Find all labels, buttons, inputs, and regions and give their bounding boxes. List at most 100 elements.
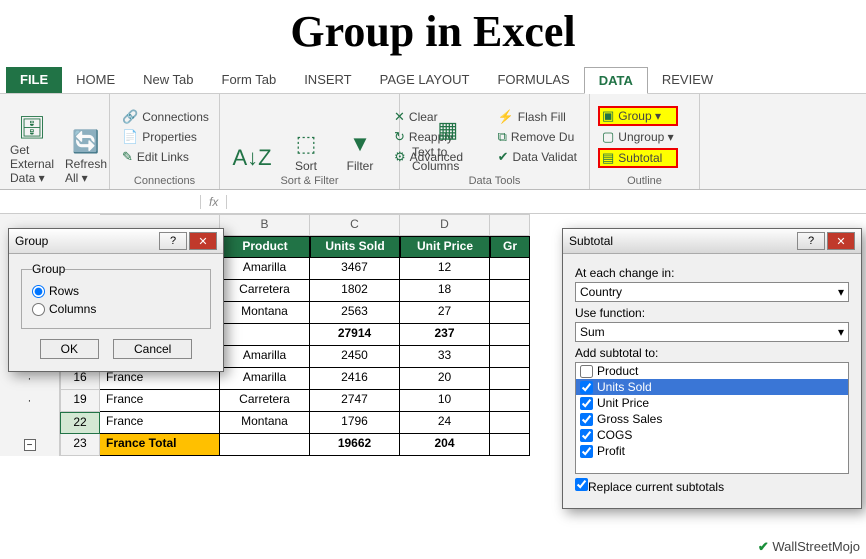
- cell[interactable]: 27914: [310, 324, 400, 346]
- list-item[interactable]: COGS: [576, 427, 848, 443]
- tab-insert[interactable]: INSERT: [290, 67, 365, 93]
- help-button[interactable]: ?: [797, 232, 825, 250]
- radio-rows[interactable]: Rows: [32, 282, 200, 300]
- header-cell: Product: [220, 236, 310, 258]
- properties-button[interactable]: 📄Properties: [118, 128, 213, 146]
- cell[interactable]: 10: [400, 390, 490, 412]
- ribbon-tabs: FILE HOME New Tab Form Tab INSERT PAGE L…: [0, 67, 866, 94]
- connections-button[interactable]: 🔗Connections: [118, 108, 213, 126]
- close-button[interactable]: ✕: [827, 232, 855, 250]
- group-legend: Group: [32, 262, 65, 276]
- subtotal-button[interactable]: ▤Subtotal: [598, 148, 678, 168]
- filter-button[interactable]: ▼Filter: [336, 98, 384, 175]
- formula-bar: fx: [0, 190, 866, 214]
- row-header[interactable]: 22: [60, 412, 100, 434]
- label-use-function: Use function:: [575, 306, 849, 320]
- change-in-select[interactable]: Country▾: [575, 282, 849, 302]
- data-validation-button[interactable]: ✔Data Validat: [494, 148, 581, 166]
- refresh-all-button[interactable]: 🔄Refresh All ▾: [62, 98, 110, 187]
- cell[interactable]: 1802: [310, 280, 400, 302]
- cell[interactable]: Carretera: [220, 390, 310, 412]
- remove-dup-button[interactable]: ⧉Remove Du: [494, 128, 581, 146]
- help-button[interactable]: ?: [159, 232, 187, 250]
- dialog-title: Group: [15, 234, 157, 248]
- tab-data[interactable]: DATA: [584, 67, 648, 94]
- get-external-data-button[interactable]: 🗄Get External Data ▾: [8, 98, 56, 187]
- cell[interactable]: 12: [400, 258, 490, 280]
- tab-file[interactable]: FILE: [6, 67, 62, 93]
- group-button[interactable]: ▣Group ▾: [598, 106, 678, 126]
- cell[interactable]: 27: [400, 302, 490, 324]
- close-button[interactable]: ✕: [189, 232, 217, 250]
- row-header[interactable]: 19: [60, 390, 100, 412]
- fx-label[interactable]: fx: [200, 195, 227, 209]
- cell[interactable]: 20: [400, 368, 490, 390]
- cancel-button[interactable]: Cancel: [113, 339, 192, 359]
- cell[interactable]: 204: [400, 434, 490, 456]
- tab-home[interactable]: HOME: [62, 67, 129, 93]
- col-header[interactable]: D: [400, 214, 490, 236]
- ok-button[interactable]: OK: [40, 339, 99, 359]
- list-item[interactable]: Units Sold: [576, 379, 848, 395]
- cell[interactable]: France: [100, 412, 220, 434]
- cell[interactable]: Amarilla: [220, 346, 310, 368]
- cell[interactable]: 2416: [310, 368, 400, 390]
- ungroup-icon: ▢: [602, 129, 614, 145]
- outline-collapse-button[interactable]: −: [24, 439, 36, 451]
- cell[interactable]: 2747: [310, 390, 400, 412]
- cell[interactable]: 33: [400, 346, 490, 368]
- cell[interactable]: 3467: [310, 258, 400, 280]
- tab-newtab[interactable]: New Tab: [129, 67, 207, 93]
- tab-pagelayout[interactable]: PAGE LAYOUT: [366, 67, 484, 93]
- flash-icon: ⚡: [498, 109, 514, 125]
- cell[interactable]: Carretera: [220, 280, 310, 302]
- header-cell: Units Sold: [310, 236, 400, 258]
- row-header[interactable]: 23: [60, 434, 100, 456]
- list-item[interactable]: Unit Price: [576, 395, 848, 411]
- header-cell: Gr: [490, 236, 530, 258]
- subtotal-listbox[interactable]: ProductUnits SoldUnit PriceGross SalesCO…: [575, 362, 849, 474]
- replace-subtotals-checkbox[interactable]: Replace current subtotals: [575, 478, 849, 494]
- tab-formulas[interactable]: FORMULAS: [483, 67, 583, 93]
- ribbon-body: 🗄Get External Data ▾ 🔄Refresh All ▾ 🔗Con…: [0, 94, 866, 190]
- group-dialog: Group ? ✕ Group Rows Columns OK Cancel: [8, 228, 224, 372]
- function-select[interactable]: Sum▾: [575, 322, 849, 342]
- sort-button[interactable]: ⬚Sort: [282, 98, 330, 175]
- list-item[interactable]: Profit: [576, 443, 848, 459]
- remove-dup-icon: ⧉: [498, 129, 507, 145]
- cell[interactable]: 18: [400, 280, 490, 302]
- list-item[interactable]: Gross Sales: [576, 411, 848, 427]
- flash-fill-button[interactable]: ⚡Flash Fill: [494, 108, 581, 126]
- radio-columns[interactable]: Columns: [32, 300, 200, 318]
- cell[interactable]: 2450: [310, 346, 400, 368]
- refresh-icon: 🔄: [72, 129, 99, 155]
- cell[interactable]: Amarilla: [220, 258, 310, 280]
- cell[interactable]: [220, 434, 310, 456]
- text-to-columns-button[interactable]: ▦Text to Columns: [408, 98, 488, 175]
- label-at-each-change: At each change in:: [575, 266, 849, 280]
- cell[interactable]: 24: [400, 412, 490, 434]
- validation-icon: ✔: [498, 149, 509, 165]
- ungroup-button[interactable]: ▢Ungroup ▾: [598, 128, 678, 146]
- subtotal-dialog: Subtotal ? ✕ At each change in: Country▾…: [562, 228, 862, 509]
- sort-az-button[interactable]: A↓Z: [228, 98, 276, 175]
- col-header[interactable]: B: [220, 214, 310, 236]
- cell[interactable]: Montana: [220, 302, 310, 324]
- page-banner: Group in Excel: [0, 0, 866, 67]
- cell[interactable]: 2563: [310, 302, 400, 324]
- list-item[interactable]: Product: [576, 363, 848, 379]
- cell[interactable]: Montana: [220, 412, 310, 434]
- cell[interactable]: France: [100, 390, 220, 412]
- cell[interactable]: France Total: [100, 434, 220, 456]
- tab-review[interactable]: REVIEW: [648, 67, 727, 93]
- cell[interactable]: Amarilla: [220, 368, 310, 390]
- sort-icon: ⬚: [296, 131, 317, 157]
- col-header[interactable]: C: [310, 214, 400, 236]
- edit-links-button[interactable]: ✎Edit Links: [118, 148, 213, 166]
- cell[interactable]: 237: [400, 324, 490, 346]
- text-columns-icon: ▦: [437, 117, 458, 143]
- tab-formtab[interactable]: Form Tab: [208, 67, 291, 93]
- cell[interactable]: 1796: [310, 412, 400, 434]
- cell[interactable]: [220, 324, 310, 346]
- cell[interactable]: 19662: [310, 434, 400, 456]
